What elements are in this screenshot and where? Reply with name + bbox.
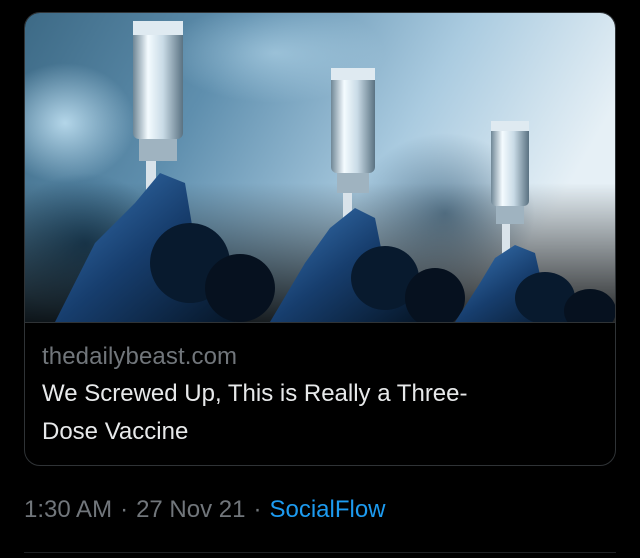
link-preview-text[interactable]: thedailybeast.com We Screwed Up, This is…	[42, 341, 602, 451]
meta-separator: ·	[120, 496, 129, 523]
tweet-source-link[interactable]: SocialFlow	[269, 496, 385, 523]
tweet-time[interactable]: 1:30 AM	[24, 496, 112, 523]
tweet-detail-view: thedailybeast.com We Screwed Up, This is…	[0, 0, 640, 558]
link-domain: thedailybeast.com	[42, 343, 238, 370]
bottom-divider	[24, 552, 616, 553]
link-preview-image[interactable]	[25, 13, 615, 322]
link-preview-card[interactable]: thedailybeast.com We Screwed Up, This is…	[24, 12, 616, 466]
tweet-date[interactable]: 27 Nov 21	[136, 496, 245, 523]
card-divider	[25, 322, 615, 323]
tweet-timestamp-row: 1:30 AM · 27 Nov 21 · SocialFlow	[24, 494, 386, 526]
meta-separator: ·	[253, 496, 262, 523]
vaccine-vials-syringes-image	[25, 13, 615, 322]
link-title: We Screwed Up, This is Really a Three-Do…	[42, 380, 468, 445]
